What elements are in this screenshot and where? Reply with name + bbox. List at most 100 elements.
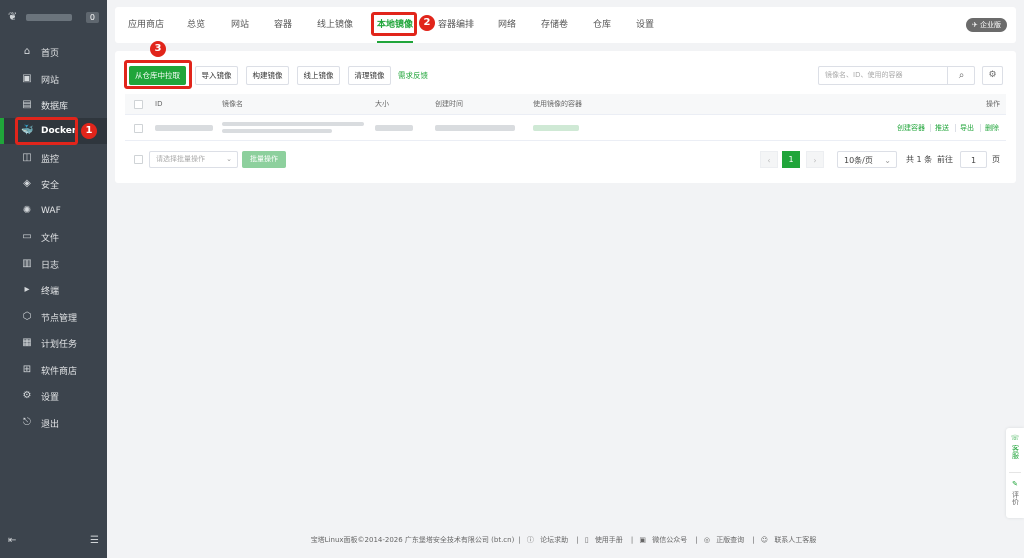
tab-network[interactable]: 网络	[498, 7, 516, 43]
float-service-button[interactable]: ☏ 客服	[1006, 434, 1024, 459]
batch-action-button[interactable]: 批量操作	[242, 151, 286, 168]
import-image-button[interactable]: 导入镜像	[195, 66, 238, 85]
sidebar-item-database[interactable]: ▤ 数据库	[0, 92, 107, 118]
col-name: 镜像名	[222, 100, 243, 108]
store-icon: ⊞	[22, 364, 32, 375]
headset-icon: ☏	[1010, 434, 1020, 442]
log-icon: ▥	[22, 258, 32, 269]
total-count: 共 1 条	[906, 155, 933, 164]
annotation-marker-1: 1	[81, 123, 97, 139]
col-actions: 操作	[986, 100, 1000, 108]
copyright-text: 宝塔Linux面板©2014-2026 广东堡塔安全技术有限公司 (bt.cn)	[310, 536, 515, 544]
footer-select-all-checkbox[interactable]	[134, 155, 143, 164]
top-tab-bar: 应用商店 总览 网站 容器 线上镜像 本地镜像 容器编排 网络 存储卷 仓库 设…	[115, 7, 1016, 43]
tab-compose[interactable]: 容器编排	[438, 7, 474, 43]
server-name-blurred	[26, 13, 72, 21]
sidebar-bottom: ⇤ ☰	[8, 535, 99, 546]
sidebar-item-settings[interactable]: ⚙ 设置	[0, 383, 107, 409]
folder-icon: ▭	[22, 231, 32, 242]
waf-icon: ✺	[22, 205, 32, 216]
table-row: 创建容器 推送 导出 删除	[125, 115, 1006, 141]
float-review-button[interactable]: ✎ 评价	[1006, 480, 1024, 505]
container-link-blurred[interactable]	[533, 125, 579, 131]
sidebar-item-files[interactable]: ▭ 文件	[0, 224, 107, 250]
globe-icon: ▣	[22, 73, 32, 84]
next-page-button[interactable]: ›	[806, 151, 824, 168]
rocket-icon: ✈	[971, 21, 980, 29]
bt-logo-icon: ❦	[8, 10, 18, 23]
tab-registry[interactable]: 仓库	[593, 7, 611, 43]
terminal-icon: ▸	[24, 284, 30, 295]
batch-action-select[interactable]: 请选择批量操作 ⌄	[149, 151, 238, 168]
enterprise-badge[interactable]: ✈ 企业版	[965, 18, 1007, 32]
shield-icon: ◈	[23, 178, 31, 189]
tab-online-images[interactable]: 线上镜像	[317, 7, 353, 43]
tab-app-store[interactable]: 应用商店	[128, 7, 164, 43]
gear-icon: ⚙	[22, 390, 32, 401]
image-tag-blurred	[222, 129, 332, 133]
chevron-down-icon: ⌄	[226, 155, 232, 163]
page-suffix: 页	[992, 155, 1000, 164]
footer-link-wechat[interactable]: ▣ 微信公众号	[639, 536, 691, 544]
chart-icon: ◫	[22, 152, 32, 163]
sidebar-item-waf[interactable]: ✺ WAF	[0, 198, 107, 224]
tab-overview[interactable]: 总览	[187, 7, 205, 43]
export-link[interactable]: 导出	[960, 115, 974, 141]
page-footer: 宝塔Linux面板©2014-2026 广东堡塔安全技术有限公司 (bt.cn)…	[115, 535, 1016, 547]
chevron-down-icon: ⌄	[884, 156, 891, 165]
feedback-link[interactable]: 需求反馈	[398, 70, 428, 81]
sidebar-item-logout[interactable]: ⎋ 退出	[0, 410, 107, 436]
online-images-button[interactable]: 线上镜像	[297, 66, 340, 85]
collapse-left-icon[interactable]: ⇤	[8, 535, 16, 546]
page-1-button[interactable]: 1	[782, 151, 800, 168]
table-header: ID 镜像名 大小 创建时间 使用镜像的容器 操作	[125, 94, 1006, 115]
col-created: 创建时间	[435, 100, 463, 108]
build-image-button[interactable]: 构建镜像	[246, 66, 289, 85]
tab-website[interactable]: 网站	[231, 7, 249, 43]
tab-containers[interactable]: 容器	[274, 7, 292, 43]
image-size-blurred	[375, 125, 413, 131]
annotation-box-docker	[15, 117, 78, 145]
create-container-link[interactable]: 创建容器	[897, 115, 925, 141]
row-checkbox[interactable]	[134, 124, 143, 133]
select-all-checkbox[interactable]	[134, 100, 143, 109]
column-settings-icon[interactable]: ⚙	[982, 66, 1003, 85]
separator	[930, 124, 931, 132]
col-size: 大小	[375, 100, 389, 108]
goto-page-input[interactable]: 1	[960, 151, 987, 168]
sidebar-item-nodes[interactable]: ⬡ 节点管理	[0, 304, 107, 330]
clean-images-button[interactable]: 清理镜像	[348, 66, 391, 85]
menu-icon[interactable]: ☰	[90, 535, 99, 546]
float-divider	[1009, 472, 1021, 473]
image-name-blurred	[222, 122, 364, 126]
annotation-marker-2: 2	[419, 15, 435, 31]
tab-volumes[interactable]: 存储卷	[541, 7, 568, 43]
page-size-select[interactable]: 10条/页 ⌄	[837, 151, 897, 168]
sidebar: ❦ 0 ⌂ 首页 ▣ 网站 ▤ 数据库 🐳 Docker ◫ 监控 ◈ 安全 ✺ WAF ▭ 文…	[0, 0, 107, 558]
sidebar-item-logs[interactable]: ▥ 日志	[0, 251, 107, 277]
edit-icon: ✎	[1012, 480, 1018, 488]
sidebar-item-monitor[interactable]: ◫ 监控	[0, 145, 107, 171]
footer-link-license[interactable]: ◎ 正版查询	[704, 536, 748, 544]
sidebar-item-terminal[interactable]: ▸ 终端	[0, 277, 107, 303]
database-icon: ▤	[22, 99, 32, 110]
footer-link-forum[interactable]: ⓘ 论坛求助	[527, 536, 572, 544]
push-link[interactable]: 推送	[935, 115, 949, 141]
footer-link-manual[interactable]: ▯ 使用手册	[585, 536, 627, 544]
sidebar-item-website[interactable]: ▣ 网站	[0, 66, 107, 92]
image-id-blurred	[155, 125, 213, 131]
sidebar-item-security[interactable]: ◈ 安全	[0, 171, 107, 197]
col-containers: 使用镜像的容器	[533, 100, 582, 108]
sidebar-item-store[interactable]: ⊞ 软件商店	[0, 357, 107, 383]
delete-link[interactable]: 删除	[985, 115, 999, 141]
footer-link-support[interactable]: ☺ 联系人工客服	[761, 536, 821, 544]
sidebar-item-cron[interactable]: ▦ 计划任务	[0, 330, 107, 356]
server-header[interactable]: ❦ 0	[0, 0, 107, 34]
sidebar-item-home[interactable]: ⌂ 首页	[0, 39, 107, 65]
tab-settings[interactable]: 设置	[636, 7, 654, 43]
created-time-blurred	[435, 125, 515, 131]
calendar-icon: ▦	[22, 337, 32, 348]
search-icon[interactable]: ⌕	[947, 66, 975, 85]
server-badge: 0	[85, 11, 99, 23]
prev-page-button[interactable]: ‹	[760, 151, 778, 168]
